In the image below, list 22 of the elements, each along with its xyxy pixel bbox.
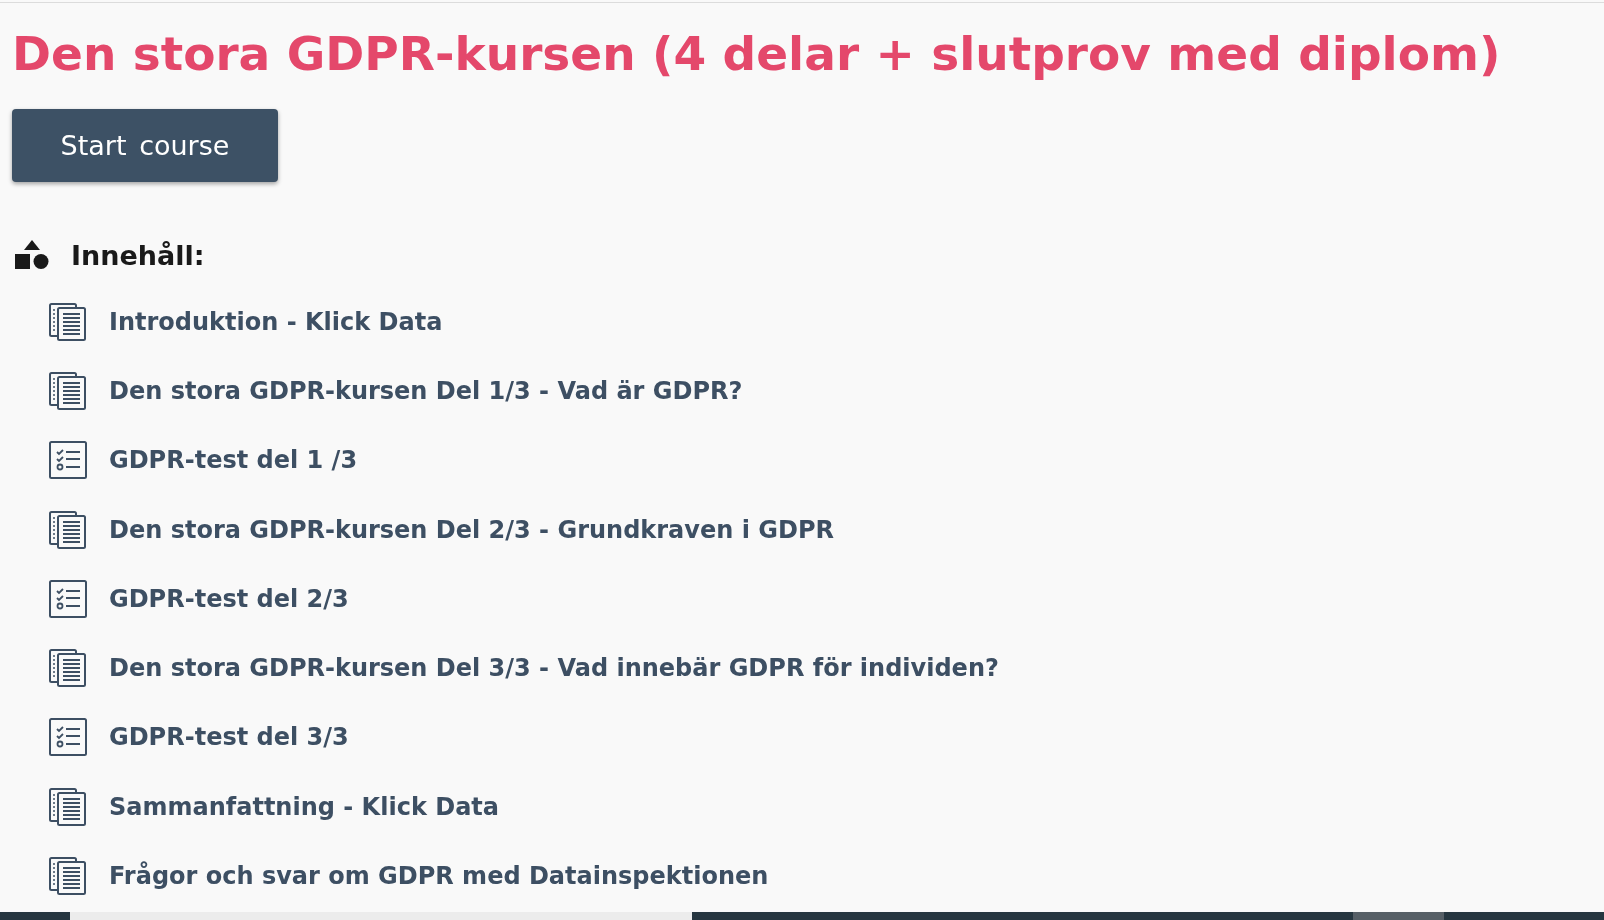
checklist-icon [49,718,87,757]
lesson-link[interactable]: Introduktion - Klick Data [109,307,443,336]
lesson-link[interactable]: Sammanfattning - Klick Data [109,792,499,821]
lesson-link[interactable]: GDPR-test del 2/3 [109,584,349,613]
document-icon [49,787,87,826]
contents-heading: Innehåll: [71,239,205,271]
shapes-icon [15,240,49,270]
document-icon [49,649,87,688]
document-icon [49,510,87,549]
checklist-icon [49,579,87,618]
start-course-button[interactable]: Start course [12,109,278,182]
document-icon [49,371,87,410]
lesson-link[interactable]: Den stora GDPR-kursen Del 3/3 - Vad innebär GDPR för individen? [109,654,999,683]
document-icon [49,302,87,341]
course-title: Den stora GDPR-kursen (4 delar + slutprov med diplom) [12,25,1501,83]
lesson-link[interactable]: Frågor och svar om GDPR med Datainspektionen [109,862,769,890]
lesson-link[interactable]: Den stora GDPR-kursen Del 1/3 - Vad är GDPR? [109,376,743,405]
document-icon [49,857,87,895]
lesson-link[interactable]: GDPR-test del 3/3 [109,723,349,752]
lesson-link[interactable]: Den stora GDPR-kursen Del 2/3 - Grundkraven i GDPR [109,515,834,544]
checklist-icon [49,441,87,480]
lesson-link[interactable]: GDPR-test del 1 /3 [109,446,358,475]
